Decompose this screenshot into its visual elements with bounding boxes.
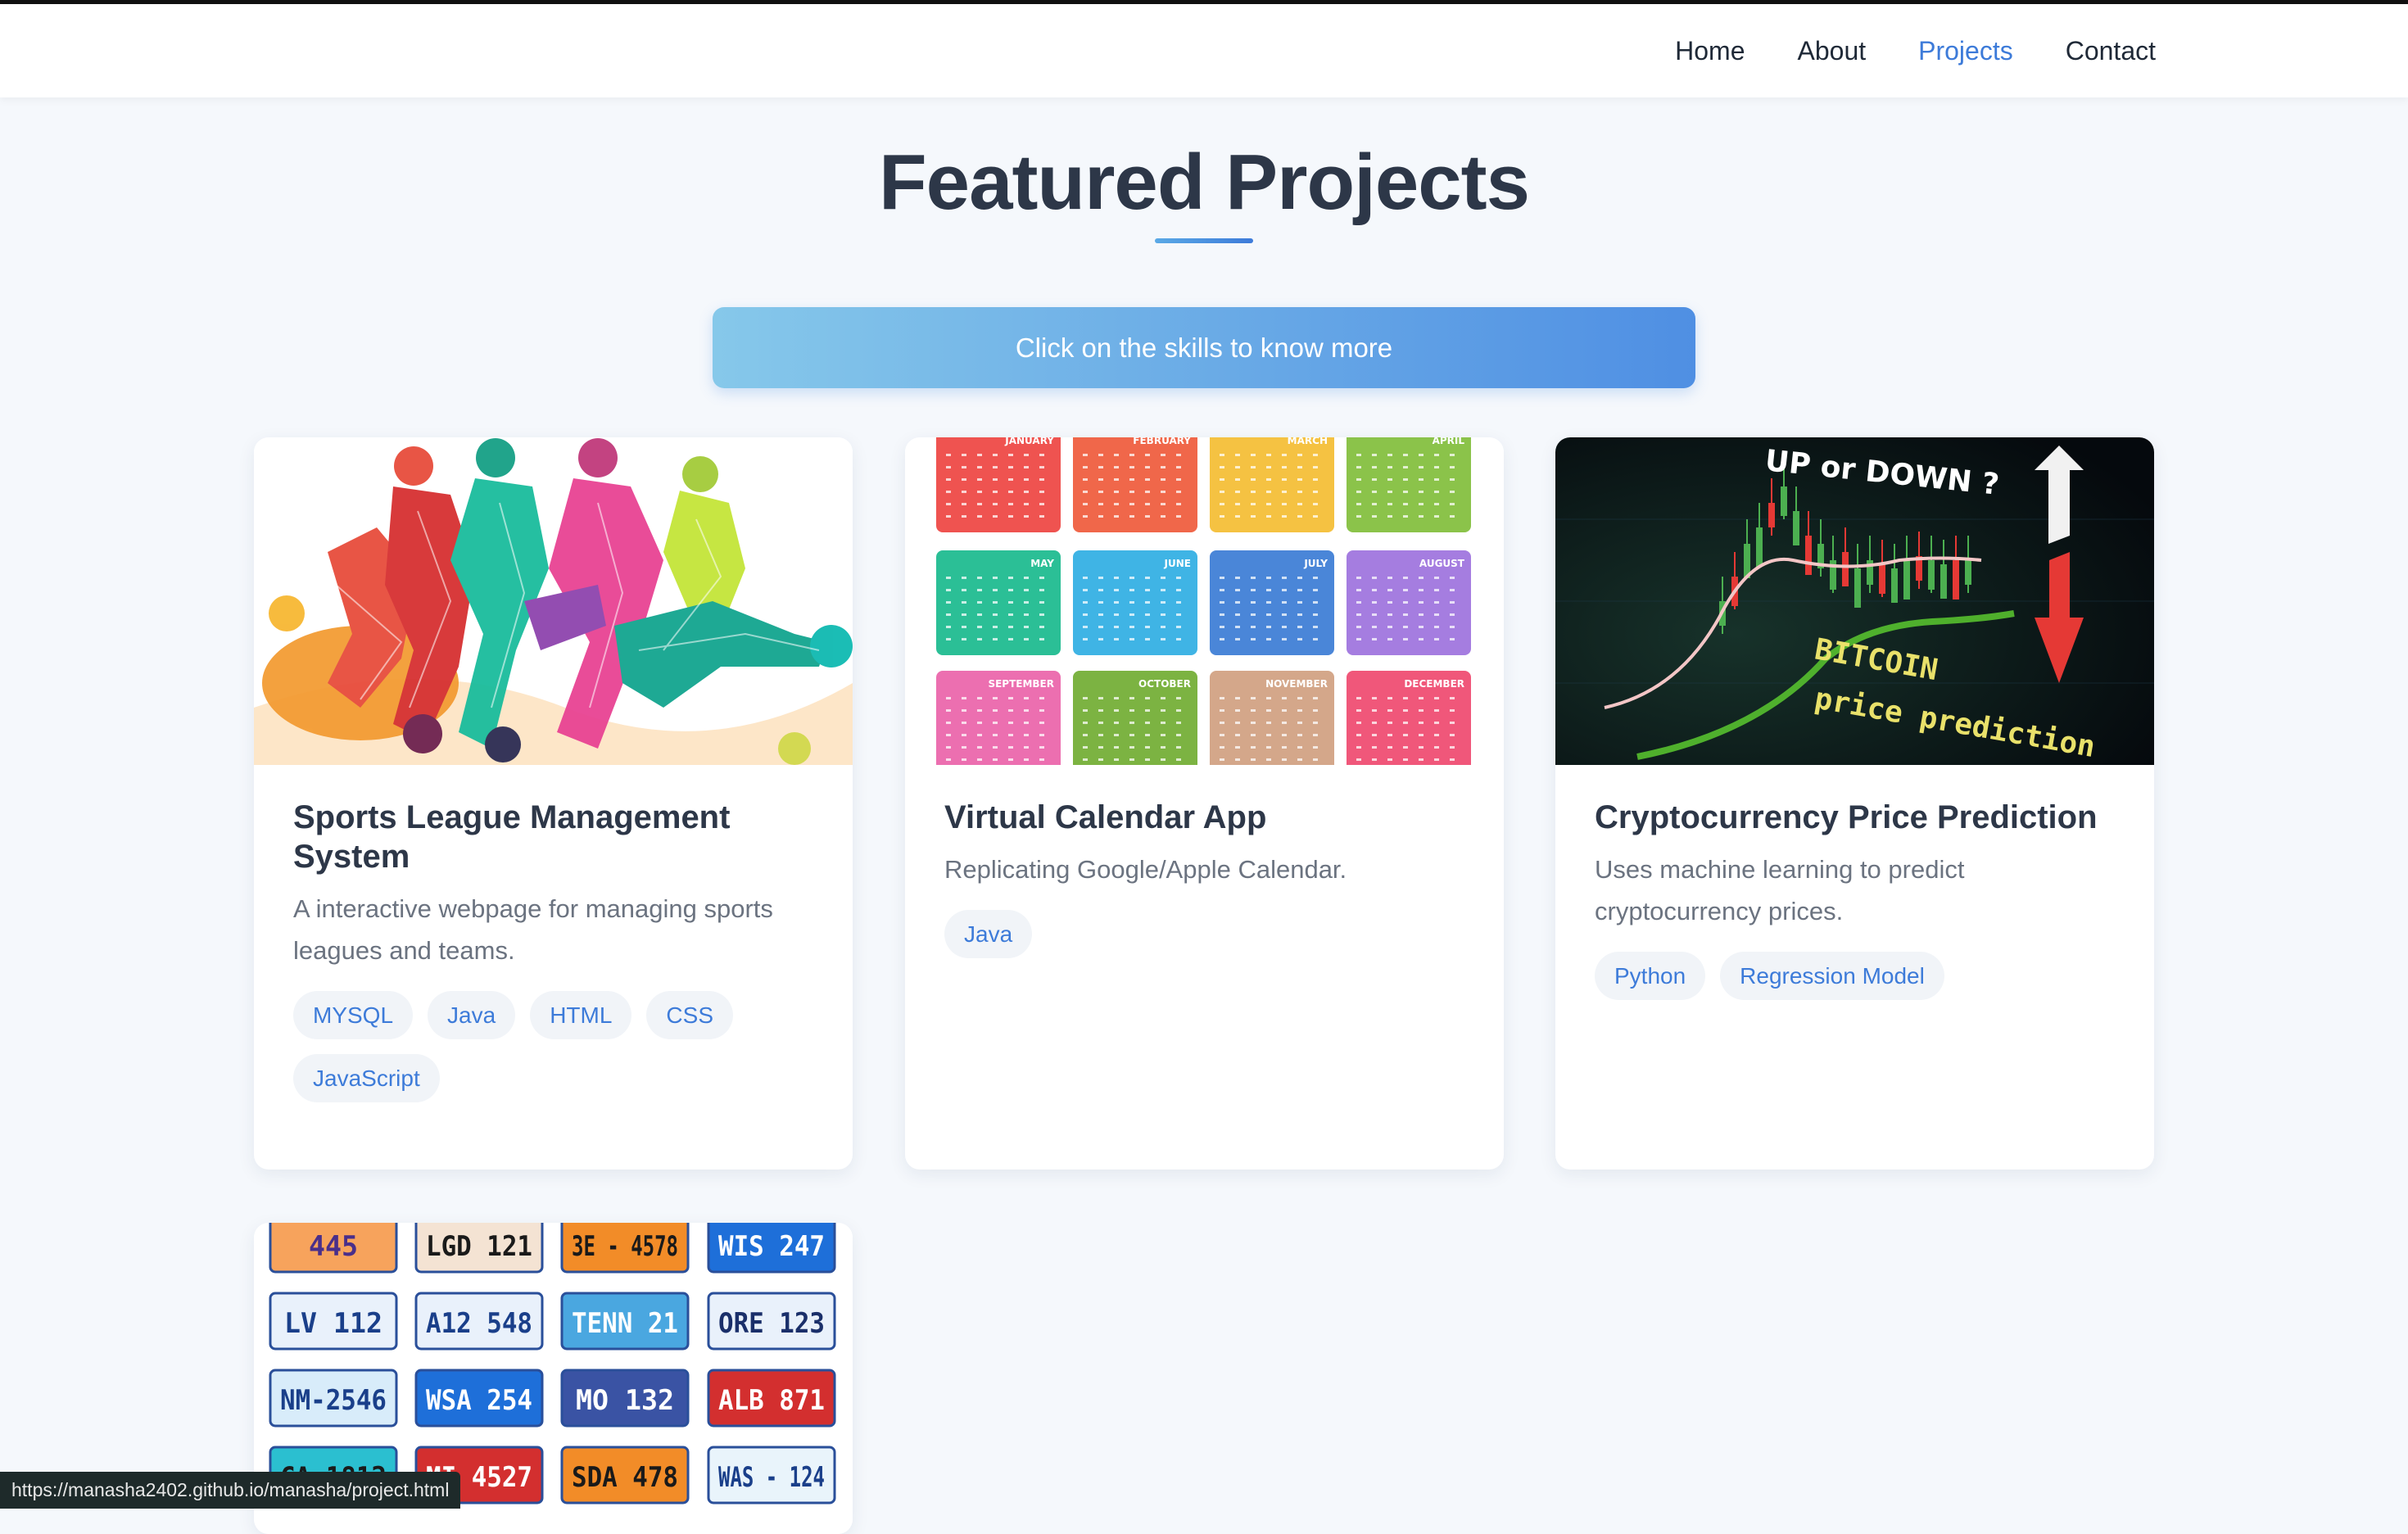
crypto-project-image: UP or DOWN ? BITCOIN price prediction [1555,437,2154,765]
skills-hint-banner: Click on the skills to know more [713,307,1695,388]
svg-text:LV 112: LV 112 [284,1307,382,1340]
license-plate-tile: ORE 123 [707,1292,836,1351]
license-plate-tile: NM-2546 [269,1369,398,1428]
calendar-month-tile: SEPTEMBER [936,671,1061,765]
skill-tags: Python Regression Model [1595,952,2115,1000]
skill-tag-mysql[interactable]: MYSQL [293,991,414,1039]
calendar-month-tile: OCTOBER [1073,671,1197,765]
svg-text:OCTOBER: OCTOBER [1138,678,1191,690]
svg-text:MO 132: MO 132 [576,1384,674,1417]
license-plate-tile: LGD 121 [414,1223,544,1274]
license-plate-tile: ALB 871 [707,1369,836,1428]
calendar-month-tile: APRIL [1347,437,1471,532]
nav-contact-link[interactable]: Contact [2066,36,2156,66]
project-description: Uses machine learning to predict cryptoc… [1595,855,1965,925]
license-plate-tile: LV 112 [269,1292,398,1351]
navbar: Home About Projects Contact [0,4,2408,97]
license-plate-tile: WIS 247 [707,1223,836,1274]
card-body: Sports League Management System A intera… [254,765,853,1127]
nav-links: Home About Projects Contact [1675,4,2156,97]
nav-home-link[interactable]: Home [1675,36,1745,66]
svg-text:A12 548: A12 548 [426,1307,532,1340]
license-plate-tile: MO 132 [560,1369,690,1428]
license-plate-tile: SDA 478 [560,1446,690,1505]
license-plate-tile: A12 548 [414,1292,544,1351]
skill-tag-java[interactable]: Java [944,910,1033,958]
calendar-month-tile: JUNE [1073,550,1197,655]
calendar-month-tile: MARCH [1210,437,1334,532]
page-title: Featured Projects [879,138,1530,226]
project-card-sports[interactable]: Sports League Management System A intera… [254,437,853,1170]
calendar-month-tile: DECEMBER [1347,671,1471,765]
skill-tag-python[interactable]: Python [1595,952,1706,1000]
skill-tag-css[interactable]: CSS [646,991,733,1039]
calendar-month-tile: FEBRUARY [1073,437,1197,532]
svg-text:ORE 123: ORE 123 [718,1307,825,1340]
nav-projects-link[interactable]: Projects [1918,36,2013,66]
browser-status-bar-url: https://manasha2402.github.io/manasha/pr… [0,1472,461,1509]
svg-text:APRIL: APRIL [1433,437,1465,446]
svg-text:JUNE: JUNE [1164,558,1191,569]
svg-text:MARCH: MARCH [1288,437,1328,446]
project-description: Replicating Google/Apple Calendar. [944,855,1347,884]
skill-tags: MYSQL Java HTML CSS JavaScript [293,991,813,1102]
nav-about-link[interactable]: About [1798,36,1867,66]
card-body: Cryptocurrency Price Prediction Uses mac… [1555,765,2154,1025]
svg-text:NM-2546: NM-2546 [280,1384,387,1417]
sports-project-image [254,437,853,765]
license-plate-tile: 3E - 4578 [560,1223,690,1274]
svg-text:ALB 871: ALB 871 [718,1384,825,1417]
title-underline [1155,238,1253,243]
skill-tag-java[interactable]: Java [428,991,516,1039]
project-title: Virtual Calendar App [944,799,1267,835]
svg-text:NOVEMBER: NOVEMBER [1265,678,1328,690]
license-plate-tile: 445 [269,1223,398,1274]
svg-text:WAS - 124: WAS - 124 [718,1461,825,1494]
svg-text:WIS 247: WIS 247 [718,1230,825,1263]
calendar-project-image: JANUARY FEBRUARY MARCH APRIL MAY JUNE JULY AUGU… [905,437,1504,765]
skill-tag-html[interactable]: HTML [530,991,632,1039]
svg-text:MAY: MAY [1030,558,1054,569]
skill-tags: Java [944,910,1464,958]
skill-tag-javascript[interactable]: JavaScript [293,1054,440,1102]
license-plate-tile: TENN 21 [560,1292,690,1351]
calendar-month-tile: NOVEMBER [1210,671,1334,765]
license-plate-tile: WSA 254 [414,1369,544,1428]
calendar-month-tile: AUGUST [1347,550,1471,655]
svg-text:3E - 4578: 3E - 4578 [572,1230,678,1263]
svg-text:JULY: JULY [1303,558,1328,569]
calendar-month-tile: JULY [1210,550,1334,655]
card-body: Virtual Calendar App Replicating Google/… [905,765,1504,983]
project-title: Cryptocurrency Price Prediction [1595,799,2098,835]
project-description: A interactive webpage for managing sport… [293,894,773,965]
svg-text:AUGUST: AUGUST [1419,558,1465,569]
license-plate-tile: WAS - 124 [707,1446,836,1505]
svg-text:LGD 121: LGD 121 [426,1230,532,1263]
svg-text:SDA 478: SDA 478 [572,1461,678,1494]
project-card-crypto[interactable]: UP or DOWN ? BITCOIN price prediction Cr… [1555,437,2154,1170]
skill-tag-regression-model[interactable]: Regression Model [1720,952,1944,1000]
svg-text:TENN 21: TENN 21 [572,1307,678,1340]
project-title: Sports League Management System [293,799,731,875]
svg-text:JANUARY: JANUARY [1004,437,1054,446]
svg-text:SEPTEMBER: SEPTEMBER [988,678,1054,690]
calendar-month-tile: JANUARY [936,437,1061,532]
project-card-calendar[interactable]: JANUARY FEBRUARY MARCH APRIL MAY JUNE JULY AUGU… [905,437,1504,1170]
svg-text:445: 445 [309,1230,358,1263]
calendar-month-tile: MAY [936,550,1061,655]
svg-text:DECEMBER: DECEMBER [1404,678,1464,690]
svg-text:FEBRUARY: FEBRUARY [1133,437,1191,446]
svg-text:WSA 254: WSA 254 [426,1384,532,1417]
